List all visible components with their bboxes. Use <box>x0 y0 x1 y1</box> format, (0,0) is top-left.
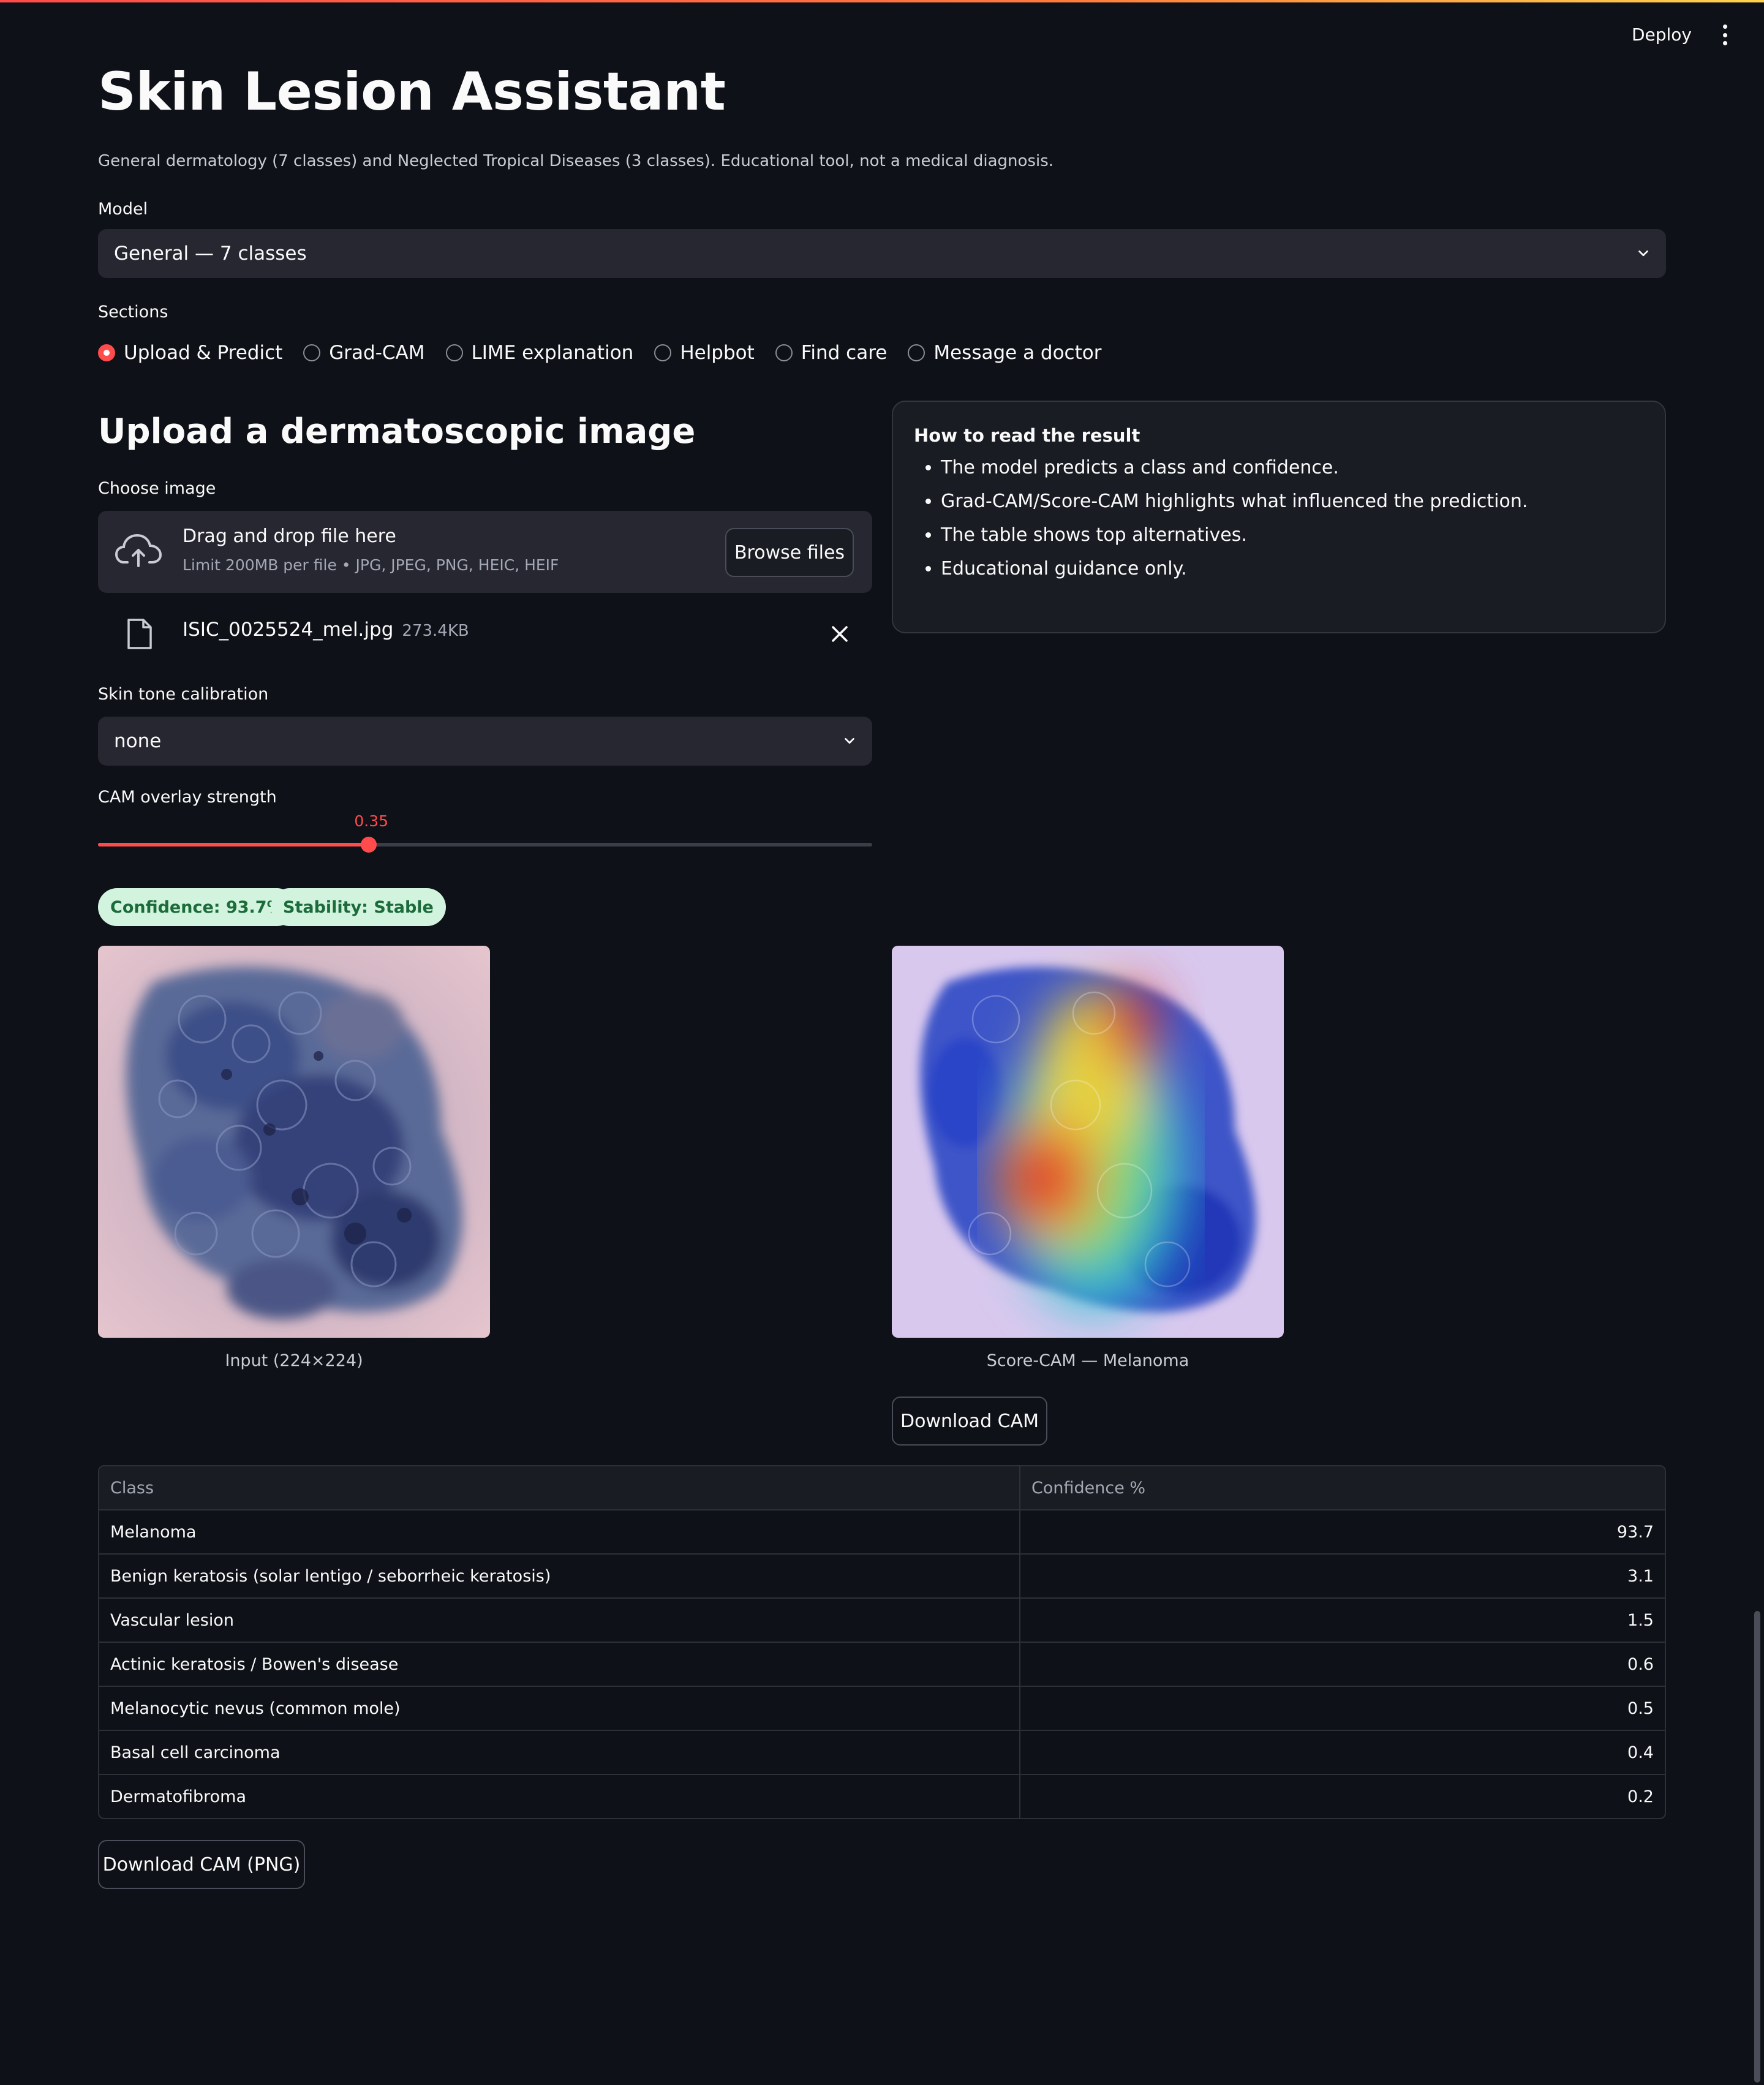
radio-unselected-icon <box>654 344 672 361</box>
radio-unselected-icon <box>445 344 463 361</box>
download-cam-button[interactable]: Download CAM <box>892 1397 1047 1446</box>
file-dropzone[interactable]: Drag and drop file here Limit 200MB per … <box>98 511 872 593</box>
cell-class: Benign keratosis (solar lentigo / seborr… <box>99 1555 1020 1597</box>
radio-label: Upload & Predict <box>124 342 283 364</box>
how-to-read-card: How to read the result The model predict… <box>892 401 1666 633</box>
table-row: Basal cell carcinoma 0.4 <box>99 1731 1665 1775</box>
table-row: Vascular lesion 1.5 <box>99 1599 1665 1643</box>
column-header-confidence[interactable]: Confidence % <box>1020 1466 1665 1509</box>
confidence-badge: Confidence: 93.7% <box>98 888 296 926</box>
cell-class: Actinic keratosis / Bowen's disease <box>99 1643 1020 1686</box>
deploy-button[interactable]: Deploy <box>1632 25 1692 45</box>
cell-confidence: 93.7 <box>1616 1522 1654 1542</box>
table-row: Melanocytic nevus (common mole) 0.5 <box>99 1687 1665 1731</box>
page-subtitle: General dermatology (7 classes) and Negl… <box>98 152 1054 170</box>
remove-file-close-icon[interactable] <box>831 625 849 643</box>
radio-find-care[interactable]: Find care <box>775 342 888 364</box>
cell-confidence: 3.1 <box>1627 1566 1654 1586</box>
upload-heading: Upload a dermatoscopic image <box>98 412 696 451</box>
dropzone-limits: Limit 200MB per file • JPG, JPEG, PNG, H… <box>183 556 559 574</box>
radio-selected-icon <box>98 344 115 361</box>
radio-label: Helpbot <box>680 342 755 364</box>
cell-confidence: 1.5 <box>1627 1610 1654 1630</box>
input-image-caption: Input (224×224) <box>225 1351 363 1370</box>
uploaded-file-row: ISIC_0025524_mel.jpg 273.4KB <box>98 613 872 655</box>
cell-class: Melanocytic nevus (common mole) <box>99 1687 1020 1730</box>
chevron-down-icon <box>845 737 854 744</box>
stability-badge: Stability: Stable <box>271 888 446 926</box>
radio-unselected-icon <box>303 344 321 361</box>
cell-class: Vascular lesion <box>99 1599 1020 1642</box>
radio-lime-explanation[interactable]: LIME explanation <box>445 342 634 364</box>
info-item: The model predicts a class and confidenc… <box>941 457 1644 478</box>
table-header-row: Class Confidence % <box>99 1466 1665 1510</box>
cam-strength-slider-fill <box>98 843 369 846</box>
table-row: Actinic keratosis / Bowen's disease 0.6 <box>99 1643 1665 1687</box>
radio-label: Grad-CAM <box>329 342 425 364</box>
column-header-class[interactable]: Class <box>99 1466 1020 1509</box>
cam-image-caption: Score-CAM — Melanoma <box>986 1351 1189 1370</box>
cam-strength-value: 0.35 <box>354 812 389 830</box>
table-row: Benign keratosis (solar lentigo / seborr… <box>99 1555 1665 1599</box>
radio-grad-cam[interactable]: Grad-CAM <box>303 342 425 364</box>
radio-label: Message a doctor <box>933 342 1102 364</box>
cell-confidence: 0.2 <box>1627 1787 1654 1806</box>
radio-helpbot[interactable]: Helpbot <box>654 342 755 364</box>
cell-confidence: 0.5 <box>1627 1699 1654 1718</box>
info-item: The table shows top alternatives. <box>941 524 1644 546</box>
cell-class: Melanoma <box>99 1510 1020 1553</box>
page-scrollbar[interactable] <box>1754 1611 1760 2083</box>
cloud-upload-icon <box>115 534 162 567</box>
radio-upload-predict[interactable]: Upload & Predict <box>98 342 282 364</box>
dropzone-title: Drag and drop file here <box>183 526 396 547</box>
download-cam-png-button[interactable]: Download CAM (PNG) <box>98 1840 305 1889</box>
info-title: How to read the result <box>914 425 1140 446</box>
table-row: Melanoma 93.7 <box>99 1510 1665 1555</box>
cell-confidence: 0.6 <box>1627 1654 1654 1674</box>
predictions-table: Class Confidence % Melanoma 93.7 Benign k… <box>98 1465 1666 1819</box>
skin-tone-select-value: none <box>114 730 162 752</box>
sections-radio-group: Upload & Predict Grad-CAM LIME explanati… <box>98 342 1101 364</box>
table-row: Dermatofibroma 0.2 <box>99 1775 1665 1818</box>
model-label: Model <box>98 200 148 219</box>
radio-label: LIME explanation <box>471 342 634 364</box>
browse-files-button[interactable]: Browse files <box>725 528 854 577</box>
cam-strength-slider-thumb[interactable] <box>361 837 377 853</box>
info-item: Educational guidance only. <box>941 558 1644 579</box>
radio-unselected-icon <box>908 344 925 361</box>
info-item: Grad-CAM/Score-CAM highlights what influ… <box>941 491 1644 512</box>
radio-message-doctor[interactable]: Message a doctor <box>908 342 1101 364</box>
cell-confidence: 0.4 <box>1627 1743 1654 1762</box>
chevron-down-icon <box>1638 250 1648 257</box>
cell-class: Basal cell carcinoma <box>99 1731 1020 1774</box>
model-select-value: General — 7 classes <box>114 243 307 265</box>
page-title: Skin Lesion Assistant <box>98 61 726 123</box>
score-cam-image <box>892 946 1284 1338</box>
more-menu-icon[interactable] <box>1721 25 1728 45</box>
sections-label: Sections <box>98 303 168 322</box>
model-select[interactable]: General — 7 classes <box>98 229 1666 278</box>
top-accent-bar <box>0 0 1764 2</box>
skin-tone-label: Skin tone calibration <box>98 685 269 704</box>
radio-unselected-icon <box>775 344 793 361</box>
cam-strength-label: CAM overlay strength <box>98 788 277 807</box>
input-lesion-image <box>98 946 490 1338</box>
choose-image-label: Choose image <box>98 479 216 498</box>
file-icon <box>127 619 152 649</box>
skin-tone-select[interactable]: none <box>98 717 872 766</box>
cell-class: Dermatofibroma <box>99 1775 1020 1818</box>
file-name: ISIC_0025524_mel.jpg <box>183 619 394 641</box>
file-size: 273.4KB <box>402 622 469 640</box>
radio-label: Find care <box>801 342 888 364</box>
